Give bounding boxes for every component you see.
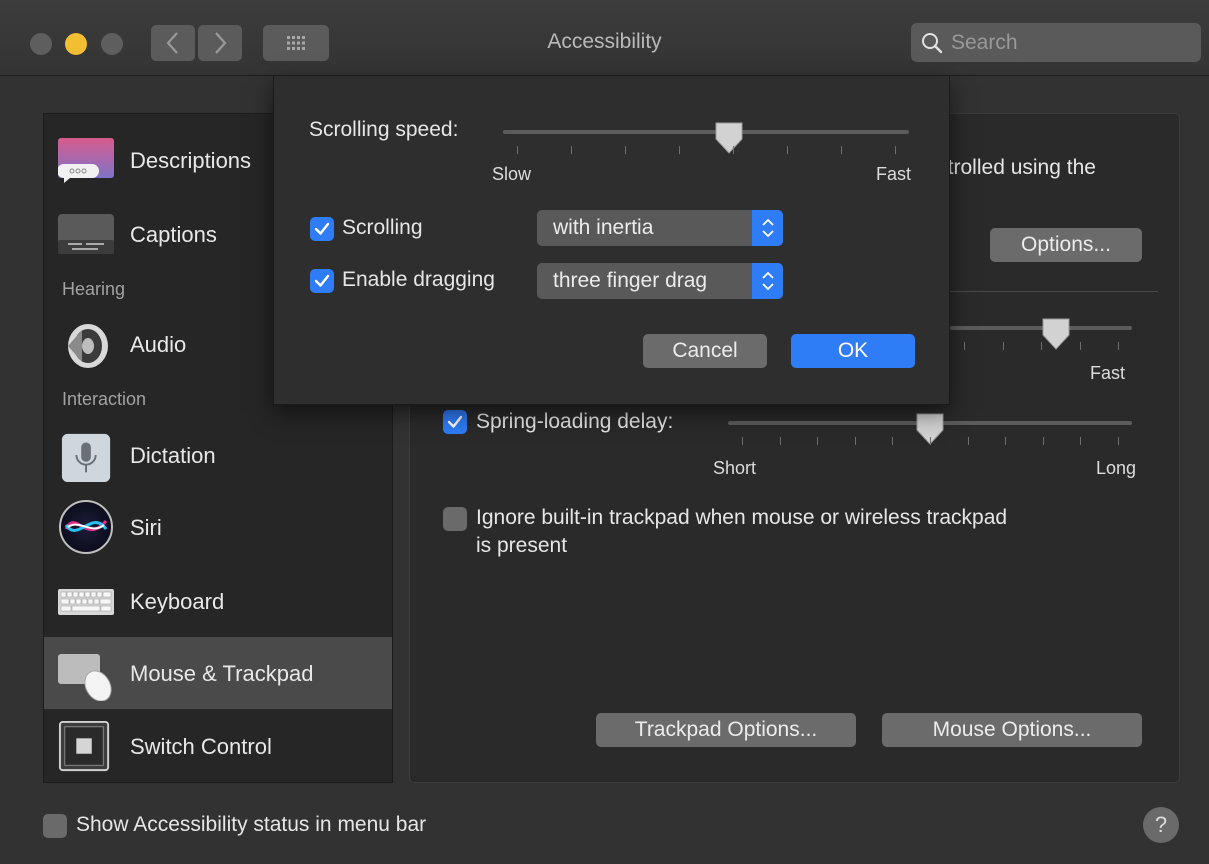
slider-tick xyxy=(679,146,680,154)
popup-arrows xyxy=(752,210,783,246)
slider-tick xyxy=(1079,342,1081,350)
spring-loading-label: Spring-loading delay: xyxy=(476,410,674,433)
enable-dragging-checkbox[interactable] xyxy=(310,269,334,293)
description-text: ntrolled using the xyxy=(936,156,1096,179)
sidebar-group-hearing: Hearing xyxy=(62,279,126,299)
slider-tick xyxy=(854,437,856,445)
slider-tick xyxy=(517,146,518,154)
search-icon xyxy=(922,33,943,54)
popup-arrows xyxy=(752,263,783,299)
switch-control-icon xyxy=(58,720,110,772)
double-click-speed-max-label: Fast xyxy=(1090,363,1126,383)
slider-tick xyxy=(1118,437,1119,445)
captions-icon xyxy=(58,214,114,254)
scrolling-label: Scrolling xyxy=(342,216,423,239)
slider-tick xyxy=(1080,437,1082,445)
sidebar-item-label: Audio xyxy=(130,332,187,357)
slider-tick xyxy=(967,437,969,445)
ignore-trackpad-label-line1: Ignore built-in trackpad when mouse or w… xyxy=(476,506,1008,529)
speaker-icon xyxy=(68,324,108,368)
checkmark-icon xyxy=(314,222,330,235)
scrolling-speed-track[interactable] xyxy=(503,130,909,134)
checkmark-icon xyxy=(447,415,463,428)
slider-tick xyxy=(817,437,819,445)
up-down-chevron-icon xyxy=(762,218,774,238)
slider-tick xyxy=(625,146,626,154)
trackpad-options-button[interactable]: Trackpad Options... xyxy=(596,713,856,747)
sidebar-item-label: Captions xyxy=(130,222,217,247)
dragging-popup[interactable]: three finger drag xyxy=(537,263,783,299)
spring-loading-checkbox[interactable] xyxy=(443,410,467,434)
sidebar-item-switch-control[interactable]: Switch Control xyxy=(44,710,392,782)
slider-tick xyxy=(787,146,788,154)
sidebar-item-label: Mouse & Trackpad xyxy=(130,661,314,686)
double-click-speed-track[interactable] xyxy=(950,326,1132,330)
ok-button[interactable]: OK xyxy=(791,334,915,368)
sidebar-item-dictation[interactable]: Dictation xyxy=(44,419,392,491)
spring-loading-min-label: Short xyxy=(713,458,757,478)
dragging-popup-value: three finger drag xyxy=(553,269,708,292)
checkmark-icon xyxy=(314,274,330,287)
siri-icon xyxy=(59,500,113,554)
slider-tick xyxy=(779,437,781,445)
slider-tick xyxy=(964,342,965,350)
ignore-trackpad-label-line2: is present xyxy=(476,534,568,557)
sidebar-item-label: Siri xyxy=(130,515,162,540)
sidebar-item-keyboard[interactable]: Keyboard xyxy=(44,565,392,637)
sidebar-item-label: Descriptions xyxy=(130,148,252,173)
mouse-options-button[interactable]: Mouse Options... xyxy=(882,713,1142,747)
sidebar-item-label: Switch Control xyxy=(130,734,272,759)
scrolling-popup-value: with inertia xyxy=(553,216,654,239)
slider-tick xyxy=(742,437,743,445)
slider-tick xyxy=(733,146,734,154)
title-bar: Accessibility xyxy=(0,0,1209,76)
microphone-icon xyxy=(61,433,111,483)
help-button[interactable]: ? xyxy=(1143,807,1179,843)
ignore-trackpad-checkbox[interactable] xyxy=(443,507,467,531)
search-field[interactable] xyxy=(911,23,1201,62)
scrolling-checkbox[interactable] xyxy=(310,217,334,241)
sidebar-item-label: Dictation xyxy=(130,443,216,468)
cancel-button[interactable]: Cancel xyxy=(643,334,767,368)
options-button[interactable]: Options... xyxy=(990,228,1142,262)
sidebar-item-siri[interactable]: Siri xyxy=(44,491,392,563)
slider-tick xyxy=(895,146,896,154)
spring-loading-max-label: Long xyxy=(1096,458,1137,478)
slider-tick xyxy=(892,437,894,445)
slider-tick xyxy=(1041,342,1042,350)
enable-dragging-label: Enable dragging xyxy=(342,268,495,291)
double-click-speed-knob[interactable] xyxy=(1042,318,1070,350)
scrolling-speed-max-label: Fast xyxy=(876,164,912,184)
scrolling-popup[interactable]: with inertia xyxy=(537,210,783,246)
slider-tick xyxy=(930,437,931,445)
scrolling-speed-knob[interactable] xyxy=(715,122,743,154)
speech-bubble-icon xyxy=(58,138,114,183)
mouse-trackpad-icon xyxy=(58,654,112,701)
sidebar-item-mouse-trackpad[interactable]: Mouse & Trackpad xyxy=(44,637,392,709)
sidebar-group-interaction: Interaction xyxy=(62,389,147,409)
search-input[interactable] xyxy=(951,29,1191,57)
keyboard-icon xyxy=(58,589,114,615)
up-down-chevron-icon xyxy=(762,271,774,291)
divider xyxy=(940,291,1158,292)
slider-tick xyxy=(1005,437,1007,445)
slider-tick xyxy=(841,146,842,154)
slider-tick xyxy=(1118,342,1119,350)
show-status-checkbox[interactable] xyxy=(43,814,67,838)
mouse-options-sheet: Scrolling speed: Slow Fast Scrolling wit… xyxy=(273,76,950,405)
show-status-label: Show Accessibility status in menu bar xyxy=(76,813,427,836)
scrolling-speed-label: Scrolling speed: xyxy=(309,118,459,141)
slider-tick xyxy=(1042,437,1044,445)
slider-tick xyxy=(1002,342,1004,350)
scrolling-speed-min-label: Slow xyxy=(492,164,532,184)
slider-tick xyxy=(571,146,572,154)
sidebar-item-label: Keyboard xyxy=(130,589,225,614)
